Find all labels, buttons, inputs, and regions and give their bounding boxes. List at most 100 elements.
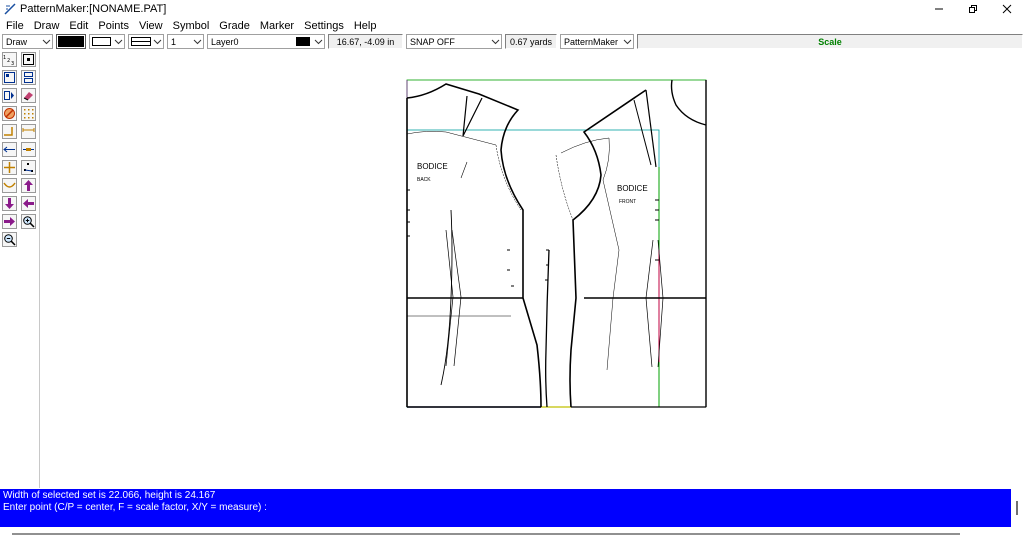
menu-symbol[interactable]: Symbol	[168, 20, 215, 32]
horizontal-scrollbar[interactable]	[0, 527, 1024, 540]
corner-line-tool[interactable]	[2, 124, 17, 139]
layer-color-box	[296, 37, 310, 46]
line-color-select[interactable]	[89, 34, 125, 49]
no-symbol-icon	[4, 108, 15, 119]
menu-file[interactable]: File	[0, 20, 29, 32]
command-status-area[interactable]: Width of selected set is 22.066, height …	[0, 489, 1011, 527]
pattern-drawing: BODICE BACK BODICE FRONT	[406, 79, 707, 408]
move-down-tool[interactable]	[2, 196, 17, 211]
move-up-tool[interactable]	[21, 178, 36, 193]
eraser-icon	[23, 92, 33, 101]
app-icon	[4, 2, 16, 15]
dotted-grid-icon	[24, 109, 34, 119]
tool-palette: 123	[0, 50, 40, 488]
arrow-right-icon	[4, 217, 15, 226]
text-123-icon: 123	[3, 55, 14, 66]
curve-tool[interactable]	[2, 178, 17, 193]
select-box-tool[interactable]	[2, 70, 17, 85]
add-point-icon	[4, 162, 15, 173]
line-color-box	[92, 37, 111, 46]
menu-edit[interactable]: Edit	[64, 20, 93, 32]
mirror-tool[interactable]	[2, 88, 17, 103]
window-title: PatternMaker:[NONAME.PAT]	[20, 2, 167, 15]
menu-marker[interactable]: Marker	[255, 20, 299, 32]
move-left-tool[interactable]	[21, 196, 36, 211]
line-style-preview	[131, 37, 151, 46]
svg-text:3: 3	[11, 61, 14, 66]
perpendicular-tool[interactable]	[2, 142, 17, 157]
point-icon	[23, 54, 34, 65]
menu-view[interactable]: View	[134, 20, 168, 32]
snap-select[interactable]: SNAP OFF	[406, 34, 502, 49]
eraser-tool[interactable]	[21, 88, 36, 103]
snap-value: SNAP OFF	[410, 36, 455, 47]
double-arrow-icon	[23, 148, 34, 151]
horizontal-scroll-thumb[interactable]	[12, 533, 960, 535]
title-bar: PatternMaker:[NONAME.PAT]	[0, 0, 1024, 17]
arrow-left-icon	[23, 199, 34, 208]
mode-value: Draw	[6, 36, 28, 47]
chevron-down-icon	[491, 39, 500, 45]
toolbar: Draw 1 Layer0 16.67, -4.09 in SNAP OFF 0…	[0, 33, 1024, 50]
menu-help[interactable]: Help	[349, 20, 382, 32]
status-scroll-thumb[interactable]	[1016, 501, 1018, 515]
drawing-canvas[interactable]: BODICE BACK BODICE FRONT	[41, 50, 1024, 488]
corner-line-icon	[4, 127, 13, 136]
chevron-down-icon	[314, 39, 323, 45]
style-value: PatternMaker	[564, 36, 619, 47]
line-width-select[interactable]: 1	[167, 34, 204, 49]
zoom-in-icon	[23, 216, 35, 228]
select-box-icon	[4, 72, 15, 83]
status-scrollbar[interactable]	[1011, 489, 1024, 527]
menu-bar: File Draw Edit Points View Symbol Grade …	[0, 17, 1024, 34]
arrow-up-icon	[24, 180, 33, 191]
measure-line-icon	[22, 128, 35, 132]
grid-tool[interactable]	[21, 106, 36, 121]
menu-points[interactable]: Points	[93, 20, 134, 32]
points-tool[interactable]	[21, 160, 36, 175]
chevron-down-icon	[114, 39, 123, 45]
mode-select[interactable]: Draw	[2, 34, 53, 49]
layer-value: Layer0	[211, 36, 239, 47]
style-select[interactable]: PatternMaker	[560, 34, 634, 49]
back-piece-name: BODICE	[417, 162, 448, 171]
measure-line-tool[interactable]	[21, 124, 36, 139]
scale-label: Scale	[818, 36, 842, 47]
move-right-tool[interactable]	[2, 214, 17, 229]
yardage-display: 0.67 yards	[505, 34, 557, 49]
fill-color-box	[58, 36, 84, 47]
yardage-value: 0.67 yards	[509, 36, 553, 47]
zoom-out-tool[interactable]	[2, 232, 17, 247]
chevron-down-icon	[153, 39, 162, 45]
split-box-tool[interactable]	[21, 70, 36, 85]
chevron-down-icon	[623, 39, 632, 45]
line-width-value: 1	[171, 36, 177, 47]
zoom-in-tool[interactable]	[21, 214, 36, 229]
restore-icon	[969, 4, 977, 13]
close-button[interactable]	[990, 0, 1024, 17]
menu-grade[interactable]: Grade	[214, 20, 255, 32]
menu-settings[interactable]: Settings	[299, 20, 349, 32]
menu-draw[interactable]: Draw	[29, 20, 65, 32]
patternmaker-window: PatternMaker:[NONAME.PAT] File Draw Edit…	[0, 0, 1024, 540]
text-123-tool[interactable]: 123	[2, 52, 17, 67]
maximize-button[interactable]	[956, 0, 990, 17]
bodice-front-piece	[545, 79, 707, 408]
svg-text:2: 2	[7, 58, 10, 64]
add-point-tool[interactable]	[2, 160, 17, 175]
line-style-select[interactable]	[128, 34, 164, 49]
coordinates-display: 16.67, -4.09 in	[328, 34, 403, 49]
layer-select[interactable]: Layer0	[207, 34, 325, 49]
minimize-button[interactable]	[922, 0, 956, 17]
point-tool[interactable]	[21, 52, 36, 67]
svg-text:1: 1	[3, 55, 6, 61]
command-prompt: Enter point (C/P = center, F = scale fac…	[3, 502, 267, 513]
curve-icon	[3, 182, 16, 188]
minimize-icon	[935, 8, 943, 9]
double-arrow-tool[interactable]	[21, 142, 36, 157]
bodice-back-piece	[406, 83, 542, 408]
split-box-icon	[24, 72, 33, 83]
delete-tool[interactable]	[2, 106, 17, 121]
fill-color-swatch[interactable]	[56, 34, 86, 49]
perpendicular-icon	[3, 146, 15, 153]
